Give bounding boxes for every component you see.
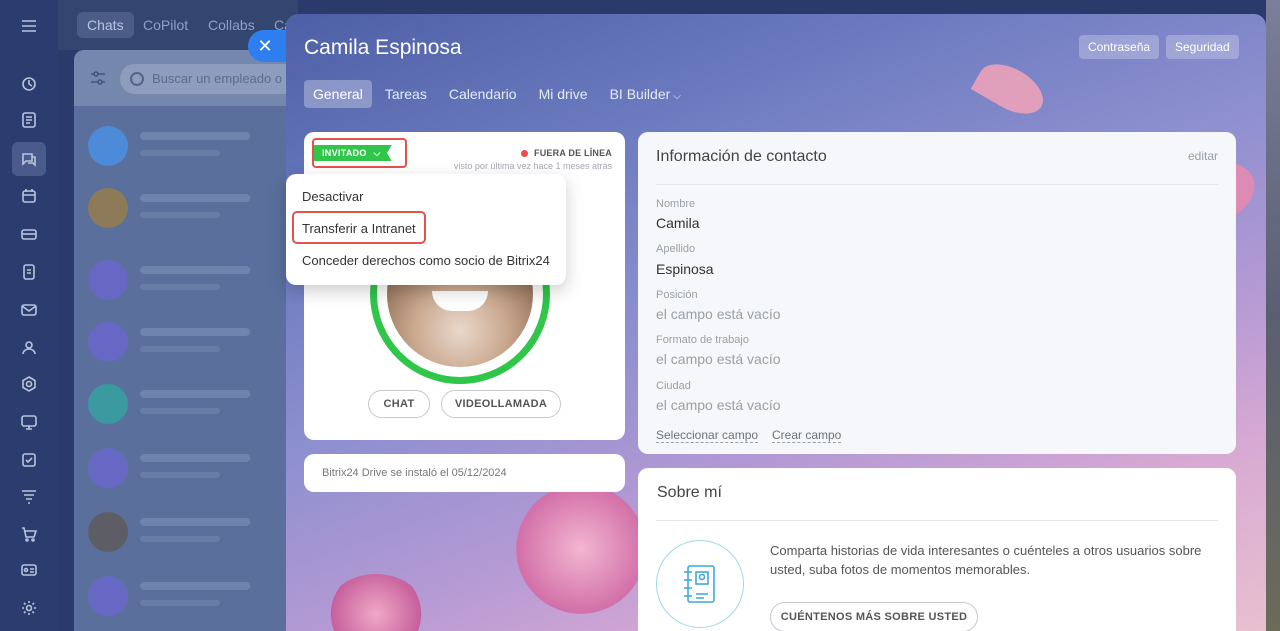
tab-copilot[interactable]: CoPilot [133,12,198,38]
online-status: FUERA DE LÍNEA [521,148,612,158]
menu-item-conceder-derechos[interactable]: Conceder derechos como socio de Bitrix24 [302,253,550,268]
settings-gear-icon[interactable] [17,596,41,620]
petal-decoration [970,54,1052,124]
tab-calendario[interactable]: Calendario [440,80,526,108]
page-title: Camila Espinosa [304,36,462,59]
list-item[interactable] [88,440,298,496]
online-status-label: FUERA DE LÍNEA [534,148,612,158]
mail-icon[interactable] [17,298,41,322]
tab-general[interactable]: General [304,80,372,108]
list-item[interactable] [88,252,298,308]
crm-icon[interactable] [17,222,41,246]
list-item[interactable] [88,118,298,174]
feed-icon[interactable] [17,108,41,132]
security-button[interactable]: Seguridad [1166,35,1239,59]
chevron-down-icon: ⌵ [673,91,681,102]
tab-tareas[interactable]: Tareas [376,80,436,108]
filter-funnel-icon[interactable] [17,484,41,508]
tab-chats[interactable]: Chats [77,12,134,38]
offline-dot-icon [521,150,529,158]
divider [656,520,1218,521]
list-item[interactable] [88,568,298,624]
automation-icon[interactable] [17,372,41,396]
documents-icon[interactable] [17,260,41,284]
search-icon [130,72,144,86]
avatar [88,188,128,228]
field-value-apellido: Espinosa [656,261,714,277]
background-edge [1266,0,1280,631]
field-label: Formato de trabajo [656,334,749,346]
divider [656,184,1218,185]
field-label: Ciudad [656,380,691,392]
tasks-icon[interactable] [17,448,41,472]
id-card-icon[interactable] [17,558,41,582]
avatar [88,126,128,166]
search-placeholder: Buscar un empleado o [152,71,283,86]
tell-more-button[interactable]: CUÉNTENOS MÁS SOBRE USTED [770,602,978,631]
password-button[interactable]: Contraseña [1079,35,1160,59]
avatar [88,512,128,552]
avatar [88,260,128,300]
employees-icon[interactable] [17,336,41,360]
calendar-icon[interactable] [17,184,41,208]
activity-icon[interactable] [17,72,41,96]
list-item[interactable] [88,180,298,236]
tab-label: BI Builder [609,86,671,102]
chat-list: Buscar un empleado o [74,50,320,631]
flower-decoration [326,574,426,631]
profile-slider: Camila Espinosa Contraseña Seguridad Gen… [286,14,1266,631]
left-rail [0,0,58,631]
field-label: Posición [656,289,698,301]
about-description: Comparta historias de vida interesantes … [770,543,1202,577]
tab-mi-drive[interactable]: Mi drive [530,80,597,108]
video-call-button[interactable]: VIDEOLLAMADA [441,390,561,418]
section-title: Sobre mí [657,484,722,501]
field-value-formato: el campo está vacío [656,351,781,367]
profile-tabs: General Tareas Calendario Mi drive BI Bu… [304,80,694,108]
last-seen: visto por última vez hace 1 meses atrás [453,161,612,171]
field-value-posicion: el campo está vacío [656,306,781,322]
profile-book-icon [656,540,744,628]
messenger-icon[interactable] [12,142,46,176]
select-field-link[interactable]: Seleccionar campo [656,428,759,443]
create-field-link[interactable]: Crear campo [772,428,842,443]
status-dropdown-menu: Desactivar Transferir a Intranet Concede… [286,174,566,285]
menu-item-desactivar[interactable]: Desactivar [302,189,363,204]
contact-info-card: Información de contacto editar Nombre Ca… [638,132,1236,454]
list-item[interactable] [88,376,298,432]
menu-icon[interactable] [17,14,41,38]
field-label: Nombre [656,198,696,210]
field-value-nombre: Camila [656,215,700,231]
tab-bi-builder[interactable]: BI Builder ⌵ [601,80,690,108]
list-item[interactable] [88,504,298,560]
avatar [88,576,128,616]
shop-cart-icon[interactable] [17,522,41,546]
filter-icon[interactable] [88,68,108,88]
close-icon: ✕ [257,35,273,56]
list-item[interactable] [88,314,298,370]
avatar [88,448,128,488]
chat-button[interactable]: CHAT [368,390,430,418]
avatar [88,384,128,424]
flower-decoration [516,484,646,614]
edit-link[interactable]: editar [1188,149,1218,163]
field-value-ciudad: el campo está vacío [656,397,781,413]
section-title: Información de contacto [656,148,827,165]
avatar [88,322,128,362]
close-slider-button[interactable]: ✕ [248,30,286,62]
drive-info: Bitrix24 Drive se instaló el 05/12/2024 [304,454,625,492]
status-badge-highlight [312,138,407,168]
field-label: Apellido [656,243,696,255]
about-card: Sobre mí Comparta historias de vida inte… [638,468,1236,631]
menu-item-transferir-intranet[interactable]: Transferir a Intranet [302,221,416,236]
sites-icon[interactable] [17,410,41,434]
